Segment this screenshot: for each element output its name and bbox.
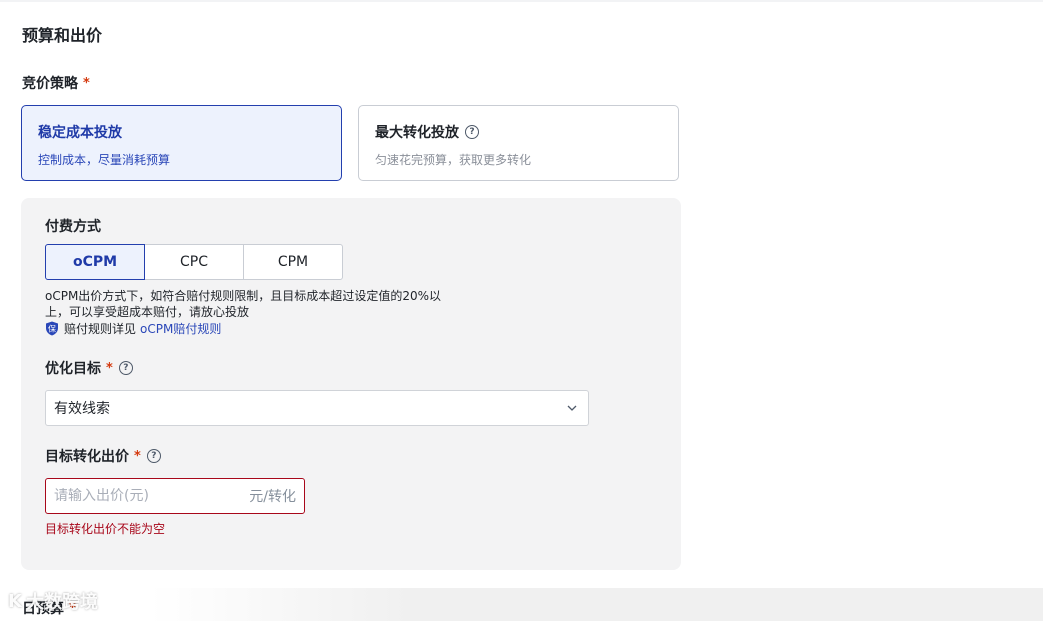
target-bid-label-text: 目标转化出价 (45, 449, 129, 465)
page: 预算和出价 竞价策略 * 稳定成本投放 控制成本，尽量消耗预算 最大转化投放 ?… (0, 0, 1043, 621)
chevron-down-icon (567, 405, 577, 411)
top-divider (0, 0, 1043, 2)
help-icon[interactable]: ? (118, 361, 133, 375)
strategy-card-desc: 控制成本，尽量消耗预算 (38, 153, 171, 167)
payment-option-cpm[interactable]: CPM (243, 244, 343, 280)
bottom-fade-overlay (150, 588, 1043, 621)
target-bid-input[interactable] (54, 488, 250, 504)
strategy-card-title: 最大转化投放 (375, 125, 459, 141)
target-bid-label: 目标转化出价 * ? (45, 446, 161, 466)
optimization-goal-label-text: 优化目标 (45, 361, 101, 377)
required-mark: * (134, 448, 141, 464)
target-bid-unit: 元/转化 (249, 489, 296, 505)
payment-option-ocpm[interactable]: oCPM (45, 244, 145, 280)
required-mark: * (83, 75, 90, 91)
compensation-rule-line: 保 赔付规则详见 oCPM赔付规则 (45, 320, 221, 337)
section-title: 预算和出价 (22, 26, 103, 45)
payment-method-segmented-control: oCPM CPC CPM (45, 244, 343, 280)
ocpm-rule-link[interactable]: oCPM赔付规则 (140, 320, 221, 337)
rule-prefix: 赔付规则详见 (64, 322, 137, 336)
strategy-card-title-row: 最大转化投放 ? (375, 122, 662, 142)
strategy-card-title: 稳定成本投放 (38, 125, 122, 141)
help-icon[interactable]: ? (146, 449, 161, 463)
bid-strategy-label-text: 竞价策略 (22, 76, 78, 92)
optimization-goal-value: 有效线索 (54, 401, 110, 417)
watermark-logo: K (8, 590, 22, 612)
watermark-text: 大数跨境 (25, 592, 98, 613)
bid-settings-panel: 付费方式 oCPM CPC CPM oCPM出价方式下，如符合赔付规则限制，且目… (21, 198, 681, 570)
strategy-card-desc: 匀速花完预算，获取更多转化 (375, 153, 532, 167)
help-icon[interactable]: ? (465, 125, 479, 139)
shield-char: 保 (48, 324, 56, 334)
required-mark: * (106, 360, 113, 376)
payment-method-label: 付费方式 (45, 219, 101, 235)
watermark: K 大数跨境 (8, 588, 98, 614)
strategy-card-max-conversion[interactable]: 最大转化投放 ? 匀速花完预算，获取更多转化 (358, 105, 679, 181)
optimization-goal-label: 优化目标 * ? (45, 358, 133, 378)
target-bid-field: 元/转化 (45, 478, 305, 514)
payment-option-cpc[interactable]: CPC (144, 244, 244, 280)
strategy-card-stable-cost[interactable]: 稳定成本投放 控制成本，尽量消耗预算 (21, 105, 342, 181)
optimization-goal-select[interactable]: 有效线索 (45, 390, 589, 426)
target-bid-error: 目标转化出价不能为空 (45, 522, 166, 536)
shield-icon: 保 (46, 321, 58, 336)
ocpm-compensation-notice: oCPM出价方式下，如符合赔付规则限制，且目标成本超过设定值的20%以上，可以享… (45, 289, 441, 319)
bid-strategy-label: 竞价策略 * (22, 73, 90, 93)
